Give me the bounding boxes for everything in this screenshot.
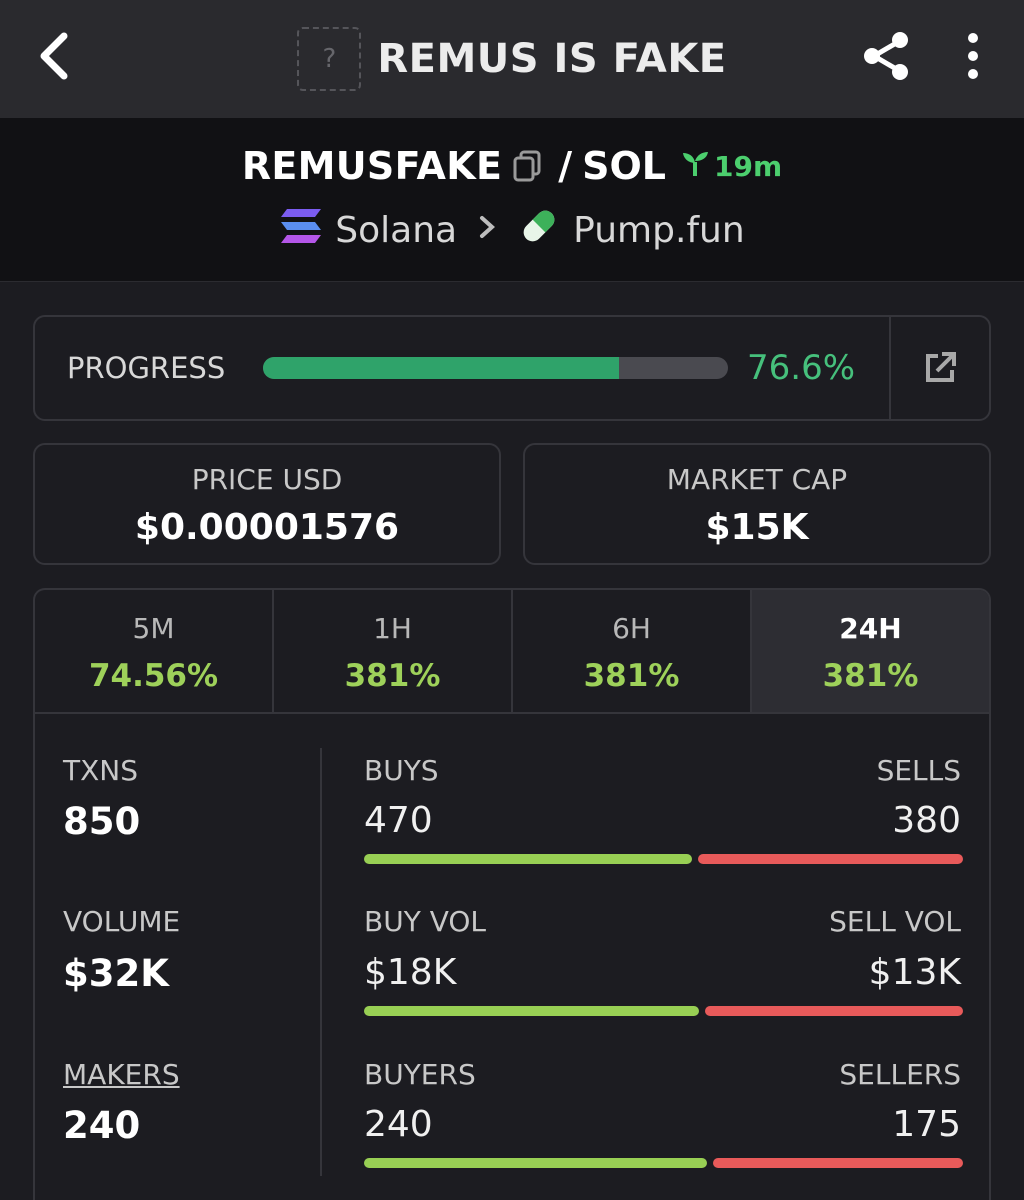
base-token-symbol: REMUSFAKE bbox=[241, 144, 503, 188]
tab-1h[interactable]: 1H 381% bbox=[274, 590, 513, 712]
sells-label: SELLS bbox=[876, 754, 961, 787]
price-card: PRICE USD $0.00001576 bbox=[33, 443, 501, 565]
progress-label: PROGRESS bbox=[67, 351, 226, 385]
sell-segment bbox=[697, 854, 963, 864]
tab-change-value: 381% bbox=[583, 658, 680, 694]
sells-value: 380 bbox=[892, 800, 961, 841]
progress-value: 76.6% bbox=[747, 348, 856, 388]
progress-card: PROGRESS 76.6% bbox=[33, 315, 991, 421]
pair-separator: / bbox=[558, 144, 573, 188]
tab-label: 6H bbox=[612, 612, 651, 645]
tab-5m[interactable]: 5M 74.56% bbox=[35, 590, 274, 712]
tab-6h[interactable]: 6H 381% bbox=[513, 590, 752, 712]
price-label: PRICE USD bbox=[191, 463, 343, 496]
progress-bar bbox=[263, 357, 728, 379]
timeframe-tabs: 5M 74.56% 1H 381% 6H 381% 24H 381% bbox=[35, 590, 989, 714]
tab-change-value: 381% bbox=[822, 658, 919, 694]
market-cap-card: MARKET CAP $15K bbox=[523, 443, 991, 565]
external-link-icon[interactable] bbox=[889, 317, 989, 419]
sprout-icon bbox=[680, 148, 710, 185]
buy-volume-label: BUY VOL bbox=[364, 905, 487, 938]
buys-sells-ratio-bar bbox=[364, 854, 963, 864]
sell-volume-label: SELL VOL bbox=[829, 905, 961, 938]
buyers-value: 240 bbox=[364, 1104, 433, 1145]
tab-change-value: 74.56% bbox=[88, 658, 219, 694]
market-cap-value: $15K bbox=[705, 507, 809, 548]
volume-label: VOLUME bbox=[63, 905, 181, 938]
sell-volume-value: $13K bbox=[868, 952, 961, 993]
txns-value: 850 bbox=[63, 800, 141, 843]
share-icon[interactable] bbox=[858, 28, 914, 84]
buys-value: 470 bbox=[364, 800, 433, 841]
buy-segment bbox=[364, 1006, 700, 1016]
sell-segment bbox=[712, 1158, 963, 1168]
market-cap-label: MARKET CAP bbox=[666, 463, 848, 496]
pair-name-line: REMUSFAKE / SOL 19m bbox=[0, 144, 1024, 188]
chain-name[interactable]: Solana bbox=[335, 210, 457, 251]
dex-name[interactable]: Pump.fun bbox=[573, 210, 745, 251]
makers-value: 240 bbox=[63, 1104, 141, 1147]
column-divider bbox=[320, 748, 322, 1176]
pair-header: REMUSFAKE / SOL 19m Solana Pump.fun bbox=[0, 118, 1024, 282]
page-title: REMUS IS FAKE bbox=[377, 36, 727, 82]
tab-label: 24H bbox=[839, 612, 902, 645]
sellers-value: 175 bbox=[892, 1104, 961, 1145]
chain-breadcrumb: Solana Pump.fun bbox=[0, 204, 1024, 257]
tab-24h[interactable]: 24H 381% bbox=[752, 590, 989, 712]
stats-panel: 5M 74.56% 1H 381% 6H 381% 24H 381% TXNS … bbox=[33, 588, 991, 1200]
makers-label[interactable]: MAKERS bbox=[63, 1058, 180, 1091]
chevron-right-icon bbox=[477, 213, 497, 249]
solana-logo-icon bbox=[279, 207, 323, 254]
sellers-label: SELLERS bbox=[839, 1058, 961, 1091]
tab-label: 1H bbox=[373, 612, 412, 645]
pill-icon bbox=[517, 204, 561, 257]
token-image-placeholder: ? bbox=[297, 27, 362, 91]
sell-segment bbox=[705, 1006, 963, 1016]
volume-value: $32K bbox=[63, 952, 169, 995]
makers-ratio-bar bbox=[364, 1158, 963, 1168]
buys-label: BUYS bbox=[364, 754, 439, 787]
volume-ratio-bar bbox=[364, 1006, 963, 1016]
more-vertical-icon[interactable] bbox=[955, 30, 991, 82]
tab-label: 5M bbox=[132, 612, 175, 645]
progress-bar-fill bbox=[263, 357, 620, 379]
price-value: $0.00001576 bbox=[134, 507, 400, 548]
buy-segment bbox=[364, 1158, 707, 1168]
quote-token-symbol: SOL bbox=[582, 144, 666, 188]
txns-label: TXNS bbox=[63, 754, 139, 787]
buyers-label: BUYERS bbox=[364, 1058, 476, 1091]
copy-icon[interactable] bbox=[512, 150, 542, 182]
pair-age-badge: 19m bbox=[680, 148, 782, 185]
pair-age: 19m bbox=[714, 149, 783, 183]
tab-change-value: 381% bbox=[344, 658, 441, 694]
buy-segment bbox=[364, 854, 692, 864]
top-app-bar: ? REMUS IS FAKE bbox=[0, 0, 1024, 118]
buy-volume-value: $18K bbox=[364, 952, 457, 993]
